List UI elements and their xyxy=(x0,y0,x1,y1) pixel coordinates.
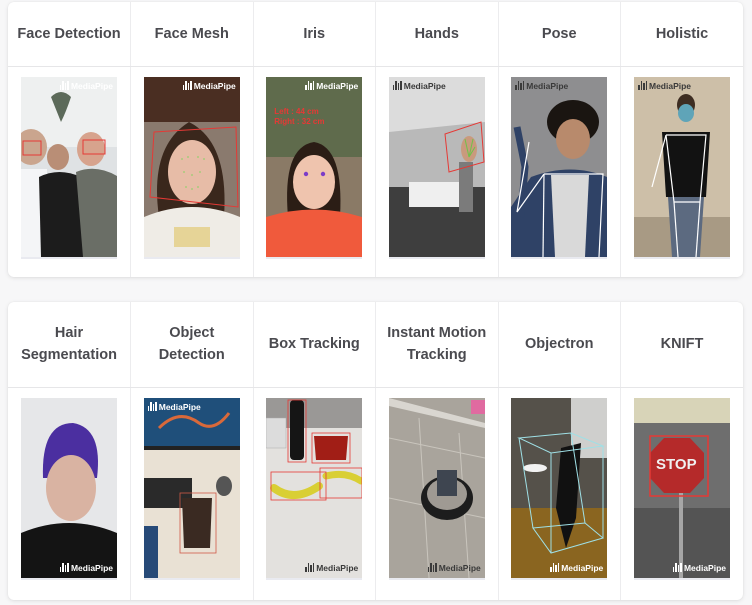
iris-demo-image[interactable]: MediaPipe Left : 44 cm Right : 32 cm xyxy=(266,76,363,259)
table-image-row: MediaPipe xyxy=(8,387,743,600)
hair-segmentation-demo-image[interactable]: MediaPipe xyxy=(21,397,117,580)
mediapipe-logo: MediaPipe xyxy=(59,81,113,91)
instant-motion-tracking-illustration xyxy=(388,397,485,578)
object-detection-demo-image[interactable]: MediaPipe xyxy=(143,397,240,580)
mediapipe-logo-icon xyxy=(392,81,402,90)
cell-pose: MediaPipe xyxy=(498,66,621,277)
pose-demo-image[interactable]: MediaPipe xyxy=(511,76,608,259)
iris-distance-overlay: Left : 44 cm Right : 32 cm xyxy=(274,106,325,126)
column-header-hands: Hands xyxy=(375,2,499,67)
column-header-holistic: Holistic xyxy=(620,2,743,67)
column-header-iris: Iris xyxy=(253,2,376,67)
cell-box-tracking: MediaPipe xyxy=(253,387,376,600)
mediapipe-logo-icon xyxy=(550,563,560,572)
box-tracking-illustration xyxy=(266,397,363,578)
cell-object-detection: MediaPipe xyxy=(130,387,254,600)
objectron-illustration xyxy=(511,397,608,578)
mediapipe-logo: MediaPipe xyxy=(392,81,446,91)
column-header-objectron: Objectron xyxy=(498,302,621,388)
cell-iris: MediaPipe Left : 44 cm Right : 32 cm xyxy=(253,66,376,277)
mediapipe-logo-icon xyxy=(515,81,525,90)
cell-knift: STOP MediaPipe xyxy=(621,387,744,600)
mediapipe-logo: MediaPipe xyxy=(672,563,726,573)
instant-motion-tracking-demo-image[interactable]: MediaPipe xyxy=(388,397,485,580)
solutions-table-row-2: Hair Segmentation Object Detection Box T… xyxy=(8,302,743,600)
mediapipe-logo-icon xyxy=(305,81,315,90)
knift-demo-image[interactable]: STOP MediaPipe xyxy=(634,397,730,580)
mediapipe-logo-icon xyxy=(59,563,69,572)
mediapipe-logo: MediaPipe xyxy=(550,563,603,573)
column-header-instant-motion-tracking: Instant Motion Tracking xyxy=(375,302,499,388)
column-header-pose: Pose xyxy=(498,2,621,67)
holistic-demo-image[interactable]: MediaPipe xyxy=(634,76,730,259)
column-header-object-detection: Object Detection xyxy=(130,302,254,388)
mediapipe-logo: MediaPipe xyxy=(427,563,481,573)
hands-illustration xyxy=(388,76,485,257)
face-detection-illustration xyxy=(21,76,117,257)
object-detection-illustration xyxy=(143,397,240,578)
cell-objectron: MediaPipe xyxy=(498,387,621,600)
column-header-face-detection: Face Detection xyxy=(8,2,131,67)
cell-face-detection: MediaPipe xyxy=(8,66,131,277)
knift-illustration xyxy=(634,397,730,578)
solutions-table-row-1: Face Detection Face Mesh Iris Hands Pose… xyxy=(8,2,743,277)
cell-instant-motion-tracking: MediaPipe xyxy=(375,387,499,600)
column-header-hair-segmentation: Hair Segmentation xyxy=(8,302,131,388)
mediapipe-logo-icon xyxy=(638,81,647,90)
mediapipe-logo: MediaPipe xyxy=(59,563,113,573)
mediapipe-logo-icon xyxy=(182,81,192,90)
cell-holistic: MediaPipe xyxy=(621,66,744,277)
hair-segmentation-illustration xyxy=(21,397,117,578)
face-mesh-illustration xyxy=(143,76,240,257)
face-detection-demo-image[interactable]: MediaPipe xyxy=(21,76,117,259)
face-mesh-demo-image[interactable]: MediaPipe xyxy=(143,76,240,259)
mediapipe-logo: MediaPipe xyxy=(182,81,236,91)
mediapipe-logo-icon xyxy=(672,563,682,572)
cell-hair-segmentation: MediaPipe xyxy=(8,387,131,600)
mediapipe-logo-icon xyxy=(147,402,157,411)
cell-face-mesh: MediaPipe xyxy=(130,66,254,277)
objectron-demo-image[interactable]: MediaPipe xyxy=(511,397,608,580)
mediapipe-logo: MediaPipe xyxy=(147,402,201,412)
mediapipe-logo-icon xyxy=(59,81,69,90)
cell-hands: MediaPipe xyxy=(375,66,499,277)
mediapipe-logo: MediaPipe xyxy=(305,81,358,91)
hands-demo-image[interactable]: MediaPipe xyxy=(388,76,485,259)
mediapipe-logo-icon xyxy=(427,563,437,572)
mediapipe-logo: MediaPipe xyxy=(515,81,568,91)
mediapipe-logo-icon xyxy=(305,563,315,572)
box-tracking-demo-image[interactable]: MediaPipe xyxy=(266,397,363,580)
table-header-row: Face Detection Face Mesh Iris Hands Pose… xyxy=(8,2,743,67)
column-header-knift: KNIFT xyxy=(620,302,743,388)
pose-illustration xyxy=(511,76,608,257)
table-header-row: Hair Segmentation Object Detection Box T… xyxy=(8,302,743,388)
column-header-face-mesh: Face Mesh xyxy=(130,2,254,67)
stop-sign-text: STOP xyxy=(656,455,697,473)
column-header-box-tracking: Box Tracking xyxy=(253,302,376,388)
mediapipe-logo: MediaPipe xyxy=(638,81,691,91)
iris-illustration xyxy=(266,76,363,257)
mediapipe-logo: MediaPipe xyxy=(305,563,358,573)
holistic-illustration xyxy=(634,76,730,257)
table-image-row: MediaPipe xyxy=(8,66,743,277)
